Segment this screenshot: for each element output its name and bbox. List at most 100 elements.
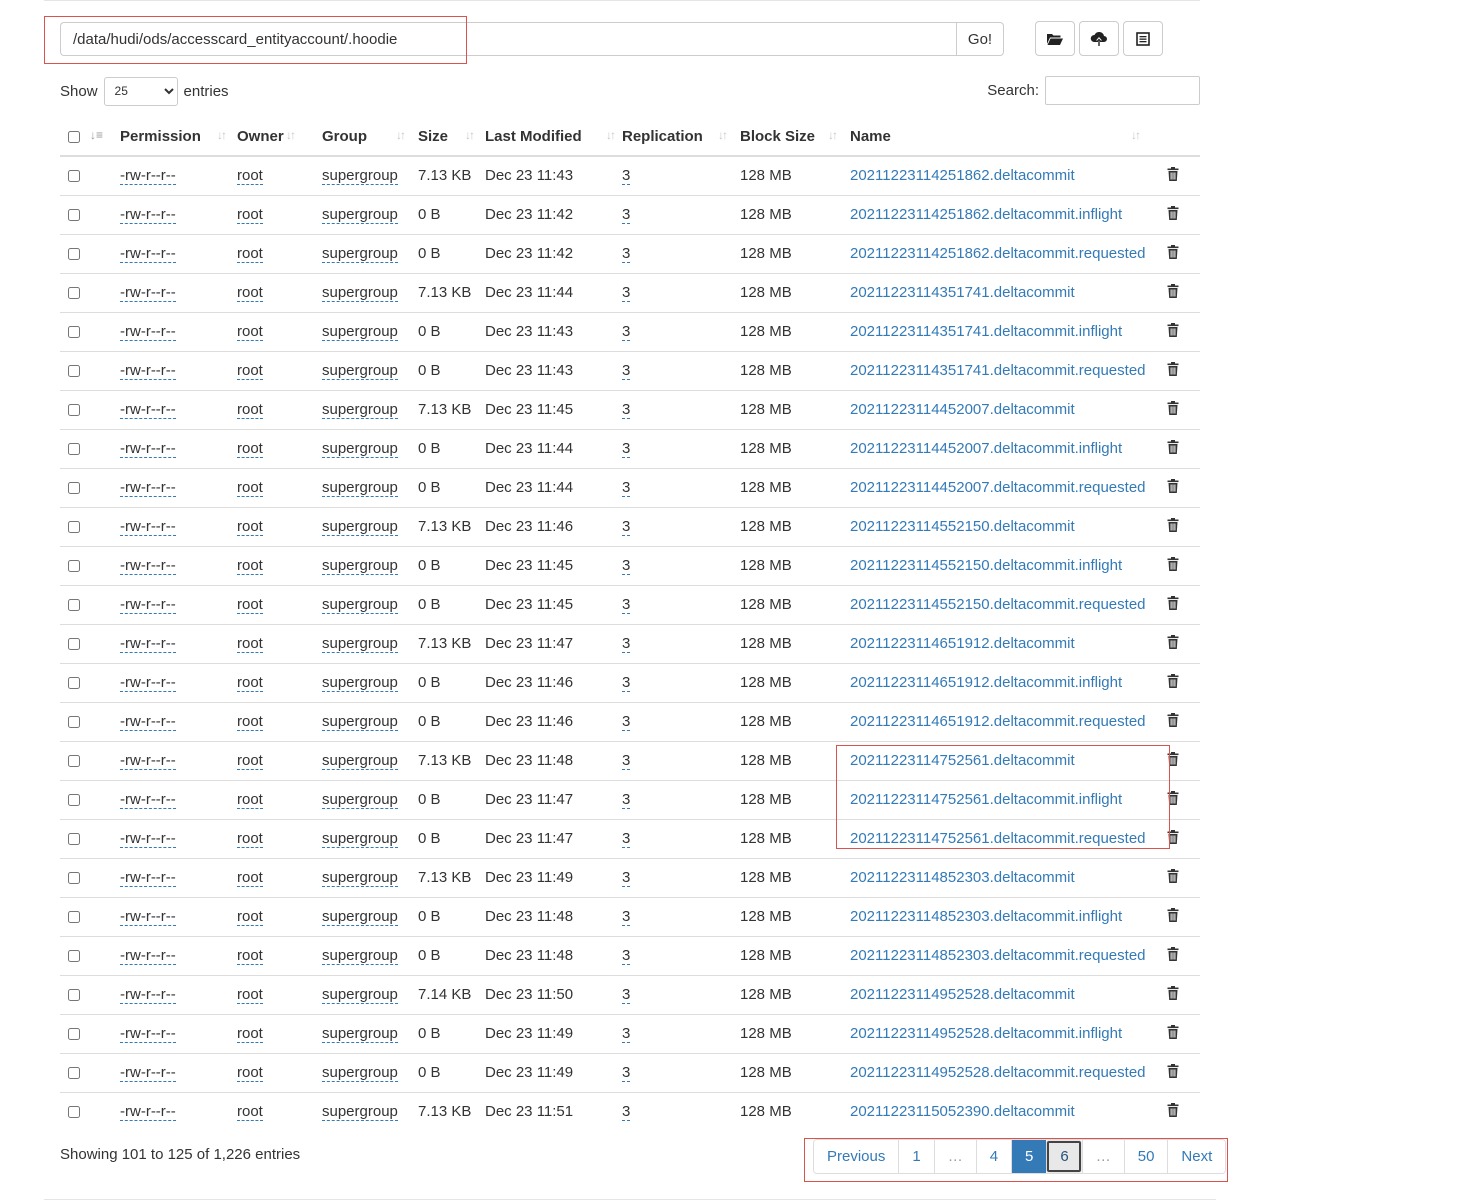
header-name[interactable]: Name ↓↑	[842, 118, 1159, 157]
header-replication[interactable]: Replication ↓↑	[614, 118, 732, 157]
owner-link[interactable]: root	[237, 206, 263, 224]
replication-link[interactable]: 3	[622, 947, 631, 965]
replication-link[interactable]: 3	[622, 908, 631, 926]
delete-button[interactable]	[1167, 829, 1179, 848]
file-name-link[interactable]: 20211223114651912.deltacommit.requested	[850, 713, 1146, 730]
owner-link[interactable]: root	[237, 1103, 263, 1122]
permission-link[interactable]: -rw-r--r--	[120, 752, 176, 770]
group-link[interactable]: supergroup	[322, 791, 398, 809]
group-link[interactable]: supergroup	[322, 908, 398, 926]
delete-button[interactable]	[1167, 517, 1179, 536]
delete-button[interactable]	[1167, 1063, 1179, 1082]
delete-button[interactable]	[1167, 205, 1179, 224]
group-link[interactable]: supergroup	[322, 557, 398, 575]
replication-link[interactable]: 3	[622, 791, 631, 809]
replication-link[interactable]: 3	[622, 752, 631, 770]
header-size[interactable]: Size ↓↑	[410, 118, 477, 157]
owner-link[interactable]: root	[237, 947, 263, 965]
row-checkbox[interactable]	[68, 1028, 80, 1041]
delete-button[interactable]	[1167, 478, 1179, 497]
row-checkbox[interactable]	[68, 599, 80, 612]
owner-link[interactable]: root	[237, 908, 263, 926]
group-link[interactable]: supergroup	[322, 830, 398, 848]
group-link[interactable]: supergroup	[322, 440, 398, 458]
row-checkbox[interactable]	[68, 677, 80, 690]
row-checkbox[interactable]	[68, 755, 80, 768]
owner-link[interactable]: root	[237, 713, 263, 731]
permission-link[interactable]: -rw-r--r--	[120, 635, 176, 653]
file-name-link[interactable]: 20211223114452007.deltacommit.inflight	[850, 440, 1122, 457]
replication-link[interactable]: 3	[622, 1103, 631, 1122]
group-link[interactable]: supergroup	[322, 596, 398, 614]
owner-link[interactable]: root	[237, 323, 263, 341]
header-group[interactable]: Group ↓↑	[314, 118, 410, 157]
owner-link[interactable]: root	[237, 791, 263, 809]
row-checkbox[interactable]	[68, 209, 80, 222]
header-owner[interactable]: Owner ↓↑	[229, 118, 314, 157]
permission-link[interactable]: -rw-r--r--	[120, 518, 176, 536]
sort-ascending-icon[interactable]: ↓≡	[90, 128, 103, 142]
row-checkbox[interactable]	[68, 365, 80, 378]
group-link[interactable]: supergroup	[322, 1064, 398, 1082]
permission-link[interactable]: -rw-r--r--	[120, 362, 176, 380]
file-name-link[interactable]: 20211223114651912.deltacommit.inflight	[850, 674, 1122, 691]
delete-button[interactable]	[1167, 244, 1179, 263]
replication-link[interactable]: 3	[622, 323, 631, 341]
permission-link[interactable]: -rw-r--r--	[120, 1103, 176, 1122]
permission-link[interactable]: -rw-r--r--	[120, 830, 176, 848]
search-input[interactable]	[1045, 76, 1200, 105]
file-name-link[interactable]: 20211223114251862.deltacommit	[850, 167, 1075, 184]
group-link[interactable]: supergroup	[322, 986, 398, 1004]
row-checkbox[interactable]	[68, 950, 80, 963]
file-name-link[interactable]: 20211223114552150.deltacommit.requested	[850, 596, 1146, 613]
replication-link[interactable]: 3	[622, 635, 631, 653]
delete-button[interactable]	[1167, 712, 1179, 731]
row-checkbox[interactable]	[68, 443, 80, 456]
owner-link[interactable]: root	[237, 245, 263, 263]
replication-link[interactable]: 3	[622, 401, 631, 419]
header-last-modified[interactable]: Last Modified ↓↑	[477, 118, 616, 157]
select-all-checkbox[interactable]	[68, 131, 80, 144]
page-button-50[interactable]: 50	[1123, 1140, 1168, 1173]
row-checkbox[interactable]	[68, 482, 80, 495]
group-link[interactable]: supergroup	[322, 245, 398, 263]
owner-link[interactable]: root	[237, 1025, 263, 1043]
file-name-link[interactable]: 20211223114752561.deltacommit	[850, 752, 1075, 769]
file-name-link[interactable]: 20211223114752561.deltacommit.requested	[850, 830, 1146, 847]
row-checkbox[interactable]	[68, 911, 80, 924]
delete-button[interactable]	[1167, 907, 1179, 926]
group-link[interactable]: supergroup	[322, 947, 398, 965]
page-button-next[interactable]: Next	[1167, 1140, 1226, 1173]
delete-button[interactable]	[1167, 790, 1179, 809]
file-name-link[interactable]: 20211223114952528.deltacommit	[850, 986, 1075, 1003]
owner-link[interactable]: root	[237, 674, 263, 692]
row-checkbox[interactable]	[68, 989, 80, 1002]
file-name-link[interactable]: 20211223114952528.deltacommit.inflight	[850, 1025, 1122, 1042]
row-checkbox[interactable]	[68, 560, 80, 573]
replication-link[interactable]: 3	[622, 206, 631, 224]
permission-link[interactable]: -rw-r--r--	[120, 908, 176, 926]
group-link[interactable]: supergroup	[322, 713, 398, 731]
file-name-link[interactable]: 20211223114852303.deltacommit.inflight	[850, 908, 1122, 925]
owner-link[interactable]: root	[237, 167, 263, 186]
list-view-button[interactable]	[1123, 21, 1163, 56]
replication-link[interactable]: 3	[622, 167, 631, 186]
permission-link[interactable]: -rw-r--r--	[120, 1064, 176, 1082]
row-checkbox[interactable]	[68, 716, 80, 729]
delete-button[interactable]	[1167, 595, 1179, 614]
file-name-link[interactable]: 20211223114351741.deltacommit	[850, 284, 1075, 301]
file-name-link[interactable]: 20211223114452007.deltacommit	[850, 401, 1075, 418]
replication-link[interactable]: 3	[622, 362, 631, 380]
replication-link[interactable]: 3	[622, 245, 631, 263]
delete-button[interactable]	[1167, 400, 1179, 419]
file-name-link[interactable]: 20211223114251862.deltacommit.inflight	[850, 206, 1122, 223]
page-button-previous[interactable]: Previous	[814, 1140, 899, 1173]
row-checkbox[interactable]	[68, 248, 80, 261]
replication-link[interactable]: 3	[622, 869, 631, 887]
delete-button[interactable]	[1167, 868, 1179, 887]
row-checkbox[interactable]	[68, 1067, 80, 1080]
delete-button[interactable]	[1167, 634, 1179, 653]
owner-link[interactable]: root	[237, 440, 263, 458]
permission-link[interactable]: -rw-r--r--	[120, 245, 176, 263]
row-checkbox[interactable]	[68, 521, 80, 534]
